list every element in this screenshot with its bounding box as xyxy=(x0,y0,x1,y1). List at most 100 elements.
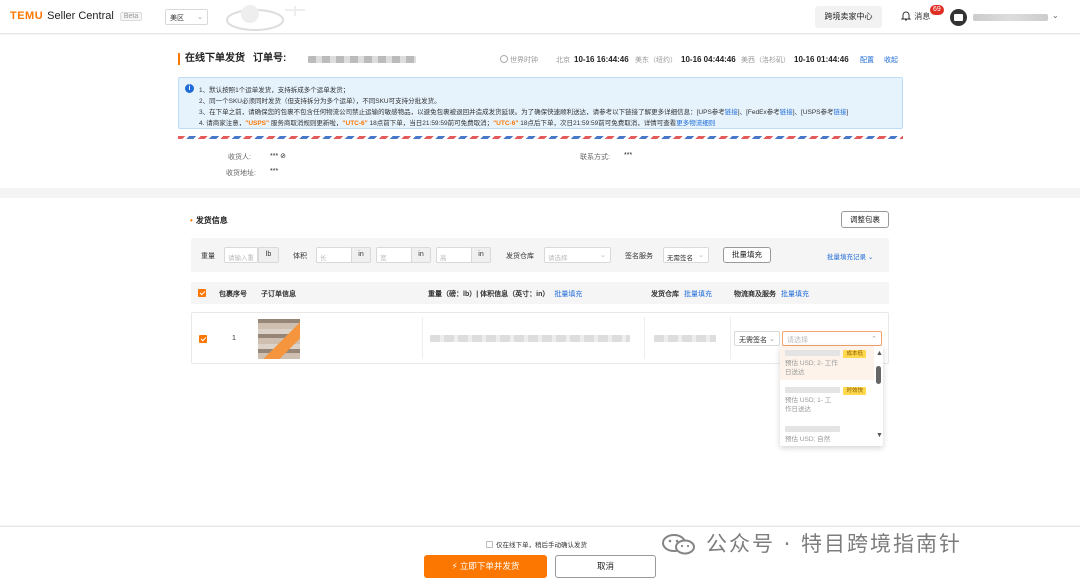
notice-line-3: 3、在下单之前，请确保您的包裹不包含任何物流公司禁止运输的敏感物品，以避免包裹被… xyxy=(199,106,848,116)
width-unit: in xyxy=(411,247,431,263)
col-logistics: 物流商及服务 批量填充 xyxy=(734,289,809,299)
logistics-dropdown: 成本低 预估 USD; 2- 工作 日送达 时效快 预估 USD; 1- 工 作… xyxy=(780,346,883,446)
warehouse-redacted[interactable] xyxy=(654,335,716,342)
world-clock-label: 世界时钟 xyxy=(510,57,538,64)
ups-link[interactable]: 链接 xyxy=(725,109,738,116)
row-signature-select[interactable]: 无需签名 ⌄ xyxy=(734,331,780,346)
address-value: *** xyxy=(270,168,279,175)
col-weight-volume: 重量（磅：lb）| 体积信息（英寸：in） 批量填充 xyxy=(428,289,582,299)
notice-text: ] xyxy=(846,109,849,116)
section-title: • 发货信息 xyxy=(190,215,228,226)
notice-text: ]、[FedEx参考 xyxy=(737,109,780,116)
lightning-icon: ⚡ xyxy=(451,561,458,571)
submit-and-ship-button[interactable]: ⚡ 立即下单并发货 xyxy=(424,555,547,578)
batch-fill-record-link[interactable]: 批量填充记录 ⌄ xyxy=(827,251,873,261)
row-signature-value: 无需签名 xyxy=(739,337,767,344)
product-thumbnail xyxy=(258,319,300,359)
weight-label: 重量 xyxy=(201,253,215,260)
batch-record-text: 批量填充记录 xyxy=(827,254,866,261)
option-tag: 时效快 xyxy=(843,387,866,395)
row-checkbox[interactable] xyxy=(199,335,207,343)
row-logistics-select[interactable]: 请选择 ⌃ xyxy=(782,331,882,346)
chevron-down-icon[interactable]: ⌄ xyxy=(1052,11,1059,20)
weight-unit: lb xyxy=(258,247,279,263)
scroll-up-icon[interactable]: ▲ xyxy=(876,350,883,357)
timezone-los-angeles: 美西（洛杉矶） 10-16 01:44:46 xyxy=(741,55,849,65)
warehouse-select[interactable]: 请选择 ⌄ xyxy=(544,247,611,263)
notice-box: i 1、默认按照1个运单发货，支持拆成多个运单发货； 2、同一个SKU必须同时发… xyxy=(178,77,903,129)
logistics-option[interactable]: 时效快 预估 USD; 1- 工 作日送达 xyxy=(780,383,874,417)
crossborder-center-button[interactable]: 跨境卖家中心 xyxy=(815,6,882,28)
notice-text: 4. 请商家注意， xyxy=(199,120,246,127)
top-bar: TEMU Seller Central Beta 美区 ⌄ 跨境卖家中心 消息 69… xyxy=(0,0,1080,34)
region-value: 美区 xyxy=(170,15,184,22)
notice-line-2: 2、同一个SKU必须同时发货（但支持拆分为多个运单），不同SKU可支持分批发货。 xyxy=(199,98,441,105)
scroll-thumb[interactable] xyxy=(876,366,881,384)
option-desc: 预估 USD; 2- 工作 xyxy=(785,359,869,368)
checkbox-box[interactable] xyxy=(486,541,493,548)
section-title-text: 发货信息 xyxy=(195,216,228,225)
option-text: 预估 xyxy=(785,397,798,404)
notice-text: 服务商取消规则更新啦， xyxy=(270,120,343,127)
timezone-beijing: 北京 10-16 16:44:46 xyxy=(556,55,629,65)
globe-icon xyxy=(500,55,508,63)
globe-decoration-icon xyxy=(226,5,305,31)
scroll-down-icon[interactable]: ▼ xyxy=(876,432,883,439)
batch-fill-link[interactable]: 批量填充 xyxy=(781,291,809,298)
option-text: 预估 xyxy=(785,360,798,367)
weight-input[interactable]: 请输入重 xyxy=(224,247,258,263)
weight-volume-redacted[interactable] xyxy=(430,335,630,342)
col-weight-volume-text: 重量（磅：lb）| 体积信息（英寸：in） xyxy=(428,291,550,298)
length-input[interactable]: 长 xyxy=(316,247,352,263)
config-link[interactable]: 配置 xyxy=(860,55,874,65)
signature-label: 签名服务 xyxy=(625,253,653,260)
notice-text: 18点前下单，当日21:59:59前可免费取消； xyxy=(369,120,494,127)
divider xyxy=(422,317,423,359)
order-number-redacted xyxy=(308,56,416,63)
option-text: 日送达 xyxy=(785,369,805,376)
bullet-icon: • xyxy=(190,216,193,225)
notice-line-4: 4. 请商家注意，"USPS" 服务商取消规则更新啦，"UTC-6" 18点前下… xyxy=(199,117,715,127)
adjust-package-button[interactable]: 调整包裹 xyxy=(841,211,889,228)
cancel-button[interactable]: 取消 xyxy=(555,555,656,578)
logistics-option[interactable]: 预估 USD; 自然 xyxy=(780,422,874,446)
chevron-down-icon: ⌄ xyxy=(698,252,704,259)
watermark: 公众号 · 特目跨境指南针 xyxy=(660,528,962,558)
bell-icon xyxy=(900,11,912,21)
messages-button[interactable]: 消息 69 xyxy=(900,5,944,22)
chevron-up-icon: ⌃ xyxy=(871,336,877,343)
more-logistics-rules-link[interactable]: 更多物流细则 xyxy=(676,120,715,127)
usps-link[interactable]: 链接 xyxy=(834,109,847,116)
notice-highlight: "UTC-6" xyxy=(342,120,368,127)
batch-fill-link[interactable]: 批量填充 xyxy=(554,291,582,298)
batch-fill-button[interactable]: 批量填充 xyxy=(723,247,771,263)
collapse-link[interactable]: 收起 xyxy=(884,55,898,65)
width-input[interactable]: 宽 xyxy=(376,247,412,263)
logo-suffix: Seller Central xyxy=(47,10,114,22)
dropdown-scrollbar[interactable]: ▲ ▼ xyxy=(875,350,883,442)
col-logistics-text: 物流商及服务 xyxy=(734,291,776,298)
select-all-checkbox[interactable] xyxy=(198,289,206,297)
timezone-time: 10-16 16:44:46 xyxy=(574,55,629,64)
fedex-link[interactable]: 链接 xyxy=(780,109,793,116)
notice-text: ]、[USPS参考 xyxy=(792,109,834,116)
row-logistics-placeholder: 请选择 xyxy=(787,337,808,344)
username-redacted[interactable] xyxy=(973,14,1048,21)
region-select[interactable]: 美区 ⌄ xyxy=(165,9,208,25)
section-gap xyxy=(0,188,1080,198)
contact-value: *** xyxy=(624,152,633,159)
option-tag: 成本低 xyxy=(843,350,866,358)
height-input[interactable]: 高 xyxy=(436,247,472,263)
logistics-option[interactable]: 成本低 预估 USD; 2- 工作 日送达 xyxy=(780,346,874,380)
avatar[interactable] xyxy=(950,9,967,26)
timezone-time: 10-16 01:44:46 xyxy=(794,55,849,64)
manual-confirm-checkbox[interactable]: 仅在线下单，稍后手动确认发货 xyxy=(486,539,587,549)
logo[interactable]: TEMU Seller Central Beta xyxy=(10,10,143,22)
messages-label: 消息 xyxy=(914,12,931,21)
signature-select[interactable]: 无需签名 ⌄ xyxy=(663,247,709,263)
col-sub-order: 子订单信息 xyxy=(261,291,296,298)
batch-fill-link[interactable]: 批量填充 xyxy=(684,291,712,298)
timezone-time: 10-16 04:44:46 xyxy=(681,55,736,64)
chevron-down-icon: ⌄ xyxy=(600,252,606,259)
address-label: 收货地址: xyxy=(226,170,256,177)
